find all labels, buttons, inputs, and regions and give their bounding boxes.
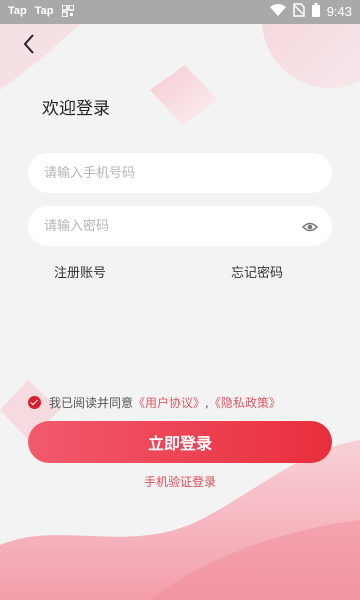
register-link[interactable]: 注册账号 bbox=[54, 262, 106, 281]
agreement-row: 我已阅读并同意 《用户协议》 , 《隐私政策》 bbox=[28, 394, 281, 411]
battery-icon bbox=[311, 3, 320, 20]
sms-login-link[interactable]: 手机验证登录 bbox=[0, 473, 360, 490]
login-button[interactable]: 立即登录 bbox=[28, 421, 332, 463]
privacy-policy-link[interactable]: 《隐私政策》 bbox=[209, 394, 281, 411]
user-agreement-link[interactable]: 《用户协议》 bbox=[133, 394, 205, 411]
eye-icon[interactable] bbox=[301, 219, 319, 233]
phone-input[interactable] bbox=[28, 153, 332, 193]
agreement-checkbox-icon[interactable] bbox=[28, 396, 41, 409]
no-sim-icon bbox=[292, 3, 305, 20]
forgot-password-link[interactable]: 忘记密码 bbox=[231, 262, 283, 281]
status-app-tap-2: Tap bbox=[34, 5, 54, 17]
background-decoration bbox=[0, 0, 360, 600]
phone-field-container bbox=[28, 153, 332, 193]
password-input[interactable] bbox=[28, 206, 332, 246]
wifi-icon bbox=[269, 4, 286, 19]
status-bar: Tap Tap 9:43 bbox=[0, 0, 360, 24]
page-title: 欢迎登录 bbox=[42, 99, 110, 119]
password-field-container bbox=[28, 206, 332, 246]
back-button[interactable] bbox=[18, 32, 42, 56]
status-app-tap-1: Tap bbox=[8, 5, 27, 17]
qr-icon bbox=[60, 4, 75, 20]
status-time: 9:43 bbox=[326, 4, 352, 19]
agreement-prefix: 我已阅读并同意 bbox=[49, 396, 134, 410]
chevron-left-icon bbox=[23, 34, 34, 54]
